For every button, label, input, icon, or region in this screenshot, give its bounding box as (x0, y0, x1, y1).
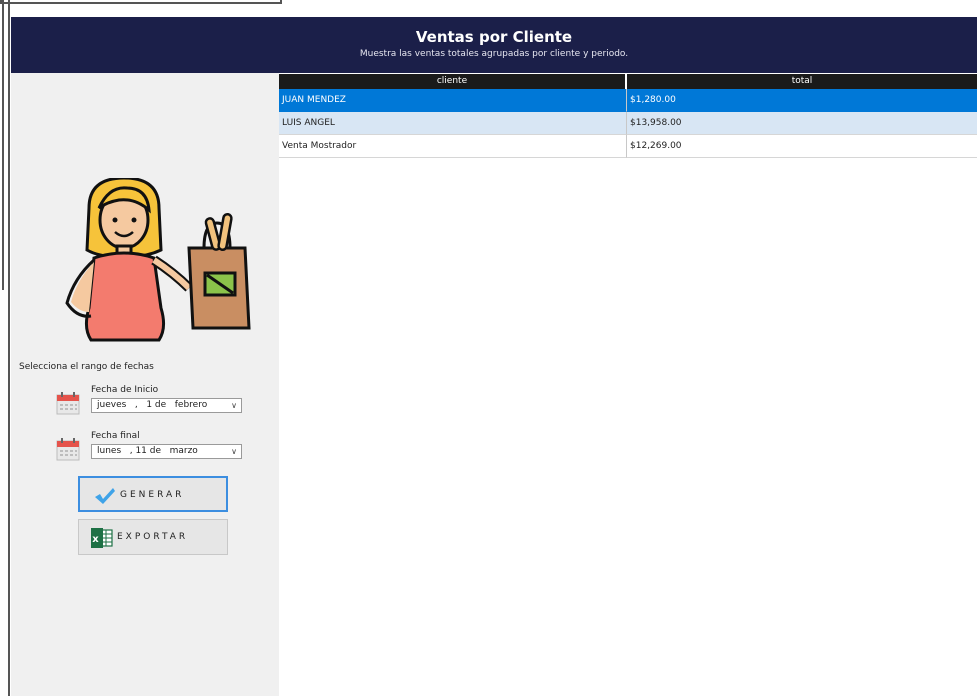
sales-table: cliente total JUAN MENDEZ $1,280.00 LUIS A… (279, 74, 977, 158)
page-header: Ventas por Cliente Muestra las ventas to… (11, 17, 977, 73)
page-subtitle: Muestra las ventas totales agrupadas por… (359, 49, 629, 59)
woman-shopping-bag-icon (65, 178, 251, 342)
page-title: Ventas por Cliente (415, 28, 573, 46)
cell-cliente[interactable]: JUAN MENDEZ (279, 89, 627, 112)
sidebar: Selecciona el rango de fechas Fecha de I… (11, 73, 279, 696)
start-date-group: Fecha de Inicio jueves , 1 de febrero ∨ (56, 385, 246, 423)
end-date-picker[interactable]: lunes , 11 de marzo ∨ (91, 444, 242, 459)
calendar-icon (56, 392, 80, 415)
cell-total[interactable]: $13,958.00 (627, 112, 977, 135)
excel-icon: x (91, 528, 113, 548)
start-date-label: Fecha de Inicio (91, 385, 159, 395)
end-date-group: Fecha final lunes , 11 de marzo ∨ (56, 431, 246, 469)
generate-button-label: GENERAR (120, 490, 185, 500)
checkmark-icon (95, 488, 115, 504)
cell-total[interactable]: $12,269.00 (627, 135, 977, 158)
start-date-value: jueves , 1 de febrero (97, 400, 208, 410)
end-date-label: Fecha final (91, 431, 140, 441)
date-range-label: Selecciona el rango de fechas (19, 362, 154, 372)
start-date-picker[interactable]: jueves , 1 de febrero ∨ (91, 398, 242, 413)
end-date-value: lunes , 11 de marzo (97, 446, 198, 456)
chevron-down-icon[interactable]: ∨ (231, 445, 237, 458)
table-header: cliente total (279, 74, 977, 89)
table-row[interactable]: Venta Mostrador $12,269.00 (279, 135, 977, 158)
window-frame-top (0, 0, 282, 4)
table-row[interactable]: LUIS ANGEL $13,958.00 (279, 112, 977, 135)
cell-total[interactable]: $1,280.00 (627, 89, 977, 112)
table-row[interactable]: JUAN MENDEZ $1,280.00 (279, 89, 977, 112)
svg-text:x: x (92, 534, 101, 545)
chevron-down-icon[interactable]: ∨ (231, 399, 237, 412)
calendar-icon (56, 438, 80, 461)
export-button-label: EXPORTAR (117, 532, 189, 542)
window-frame-left (0, 0, 4, 290)
table-body: JUAN MENDEZ $1,280.00 LUIS ANGEL $13,958.00… (279, 89, 977, 158)
column-header-cliente[interactable]: cliente (279, 74, 627, 89)
window-frame-border (8, 0, 10, 696)
generate-button[interactable]: GENERAR (78, 476, 228, 512)
column-header-total[interactable]: total (627, 74, 977, 89)
cell-cliente[interactable]: LUIS ANGEL (279, 112, 627, 135)
cell-cliente[interactable]: Venta Mostrador (279, 135, 627, 158)
export-button[interactable]: x EXPORTAR (78, 519, 228, 555)
